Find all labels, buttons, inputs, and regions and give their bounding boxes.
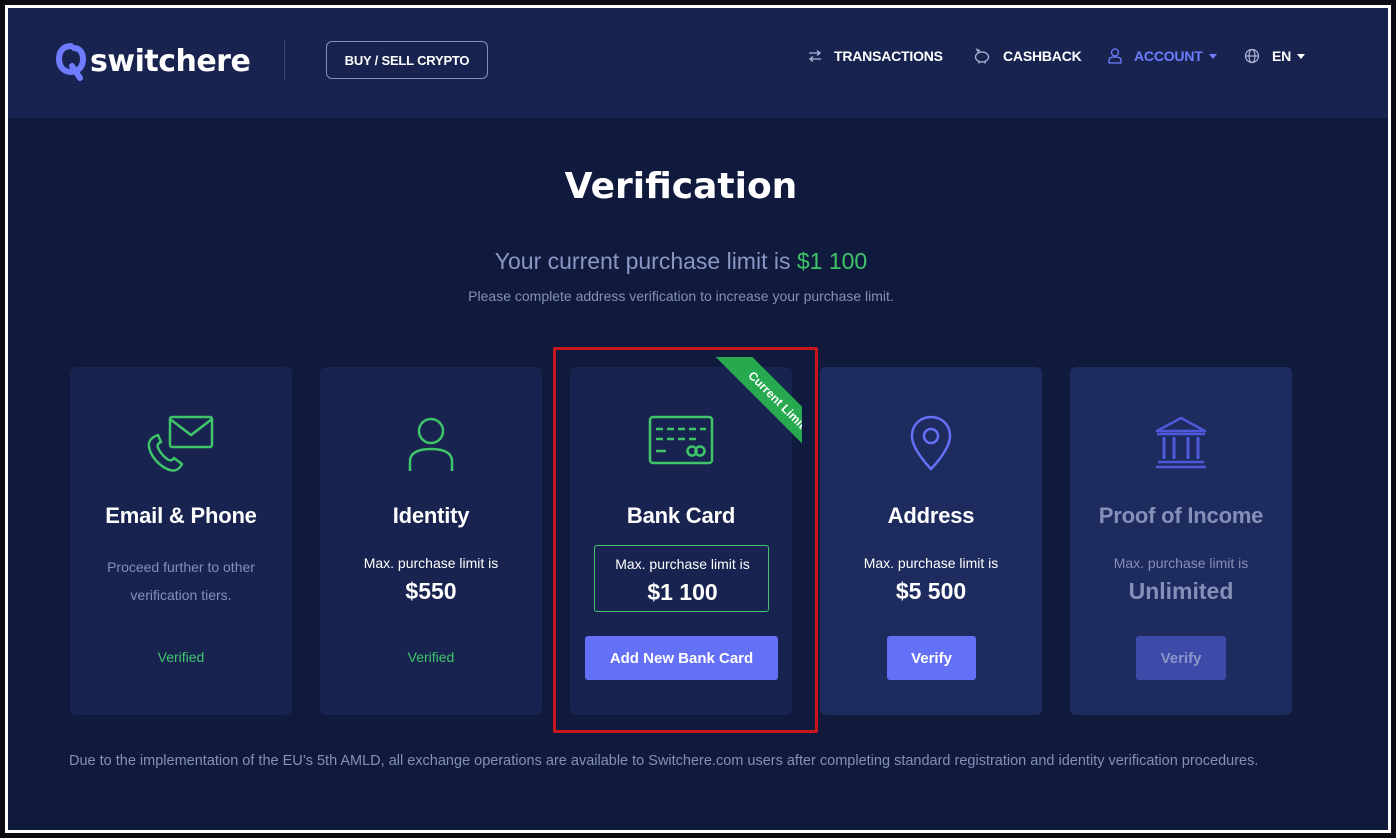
header-divider: [284, 40, 285, 80]
card-title: Address: [887, 503, 975, 528]
tier-card-proof-of-income: Proof of Income Max. purchase limit is U…: [1070, 367, 1292, 715]
current-limit-amount: $1 100: [796, 248, 868, 274]
bank-icon: [1070, 415, 1292, 471]
chevron-down-icon: [1297, 53, 1306, 59]
nav-cashback-label: CASHBACK: [1003, 48, 1082, 64]
email-phone-icon: [70, 415, 292, 473]
switchere-logo-icon: [55, 40, 87, 82]
piggy-bank-icon: [973, 48, 991, 64]
user-icon: [1108, 48, 1122, 64]
arrows-swap-icon: [808, 50, 822, 62]
page-title: Verification: [564, 166, 798, 207]
tier-card-identity: Identity Max. purchase limit is $550 Ver…: [320, 367, 542, 715]
screenshot-frame: switchere BUY / SELL CRYPTO TRANSACTIONS: [0, 0, 1396, 838]
user-icon: [320, 415, 542, 473]
verified-status: Verified: [157, 649, 205, 665]
current-limit-text: Your current purchase limit is $1 100: [8, 248, 1354, 275]
nav-transactions[interactable]: TRANSACTIONS: [808, 48, 943, 64]
limit-label: Max. purchase limit is: [363, 555, 499, 571]
nav-account-label: ACCOUNT: [1134, 48, 1203, 64]
globe-icon: [1244, 48, 1260, 64]
location-pin-icon: [820, 415, 1042, 473]
chevron-down-icon: [1208, 53, 1217, 59]
logo-text: switchere: [90, 43, 251, 79]
language-label: EN: [1272, 48, 1292, 64]
nav-account[interactable]: ACCOUNT: [1108, 48, 1217, 64]
verified-status: Verified: [407, 649, 455, 665]
limit-label: Max. purchase limit is: [1113, 555, 1249, 571]
limit-subtitle: Please complete address verification to …: [468, 288, 894, 304]
nav-cashback[interactable]: CASHBACK: [973, 48, 1082, 64]
app-window: switchere BUY / SELL CRYPTO TRANSACTIONS: [8, 8, 1388, 830]
top-header: switchere BUY / SELL CRYPTO TRANSACTIONS: [8, 8, 1388, 118]
buy-sell-crypto-button[interactable]: BUY / SELL CRYPTO: [326, 41, 488, 79]
limit-value: $5 500: [895, 578, 967, 604]
highlight-box: [553, 347, 818, 733]
language-selector[interactable]: EN: [1244, 48, 1306, 64]
verify-address-button[interactable]: Verify: [887, 636, 976, 680]
card-title: Proof of Income: [1098, 503, 1264, 528]
limit-value: Unlimited: [1128, 578, 1234, 604]
card-description: Proceed further to other verification ti…: [107, 559, 255, 603]
card-title: Identity: [392, 503, 470, 528]
nav-transactions-label: TRANSACTIONS: [834, 48, 943, 64]
tier-card-email-phone: Email & Phone Proceed further to other v…: [70, 367, 292, 715]
amld-footnote: Due to the implementation of the EU’s 5t…: [69, 753, 1259, 769]
tier-card-address: Address Max. purchase limit is $5 500 Ve…: [820, 367, 1042, 715]
logo[interactable]: switchere: [55, 40, 251, 82]
card-title: Email & Phone: [105, 503, 257, 528]
current-limit-prefix: Your current purchase limit is: [494, 248, 797, 274]
limit-label: Max. purchase limit is: [863, 555, 999, 571]
verify-income-button[interactable]: Verify: [1136, 636, 1226, 680]
limit-value: $550: [405, 578, 457, 604]
